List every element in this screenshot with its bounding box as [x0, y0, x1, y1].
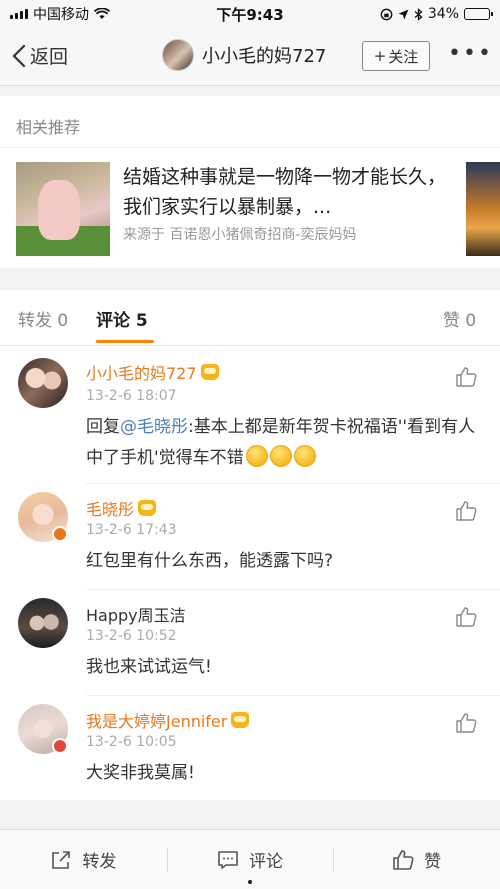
share-icon [52, 850, 71, 869]
comment-time: 13-2-6 10:52 [86, 628, 177, 644]
more-button[interactable]: ••• [448, 43, 493, 65]
related-title: 结婚这种事就是一物降一物才能长久， 我们家实行以暴制暴，... [123, 166, 447, 218]
page-indicator-dot [248, 880, 252, 884]
emoji-icon [245, 445, 268, 467]
signal-icon [10, 9, 28, 19]
related-source: 来源于 百诺恩小猪佩奇招商-奕辰妈妈 [123, 227, 357, 243]
comment-author[interactable]: Happy周玉洁 [86, 602, 186, 626]
comment-author[interactable]: 毛晓彤 [86, 496, 157, 520]
comment-author[interactable]: 我是大婷婷Jennifer [86, 708, 250, 732]
back-label: 返回 [30, 46, 69, 68]
nav-bar: 返回 小小毛的妈727 + 关注 ••• [0, 28, 500, 86]
thumbs-up-icon [393, 849, 414, 870]
related-thumbnail [16, 162, 110, 256]
chevron-left-icon [12, 44, 26, 67]
vip-crown-icon [200, 364, 219, 380]
comment-time: 13-2-6 17:43 [86, 522, 177, 538]
mention-link[interactable]: @毛晓彤 [120, 417, 188, 437]
related-section: 相关推荐 结婚这种事就是一物降一物才能长久， 我们家实行以暴制暴，... 来源于… [0, 96, 500, 268]
like-button[interactable]: 赞 [333, 830, 500, 889]
carrier-label: 中国移动 [33, 7, 89, 23]
vip-crown-icon [231, 712, 250, 728]
avatar[interactable] [18, 358, 68, 408]
follow-button[interactable]: + 关注 [362, 41, 430, 71]
wifi-icon [94, 8, 110, 19]
tab-indicator [96, 340, 154, 343]
bluetooth-icon [414, 7, 423, 21]
back-button[interactable]: 返回 [12, 42, 68, 69]
tab-bar: 转发 0 评论 5 赞 0 [0, 290, 500, 346]
comment-text: 我也来试试运气! [86, 657, 212, 677]
lock-rotation-icon [380, 8, 393, 20]
repost-button[interactable]: 转发 [0, 830, 167, 889]
thumbs-up-icon[interactable] [455, 366, 477, 388]
nav-user[interactable]: 小小毛的妈727 [162, 39, 326, 71]
comment-text: 回复@毛晓彤:基本上都是新年贺卡祝福语''看到有人中了手机'觉得车不错 [86, 412, 486, 474]
comment-list: 小小毛的妈727 13-2-6 18:07 回复@毛晓彤:基本上都是新年贺卡祝福… [0, 346, 500, 800]
location-icon [398, 9, 409, 19]
vip-crown-icon [138, 500, 157, 516]
thumbs-up-icon[interactable] [455, 500, 477, 522]
comment-time: 13-2-6 18:07 [86, 388, 177, 404]
comment-text: 大奖非我莫属! [86, 763, 195, 783]
repost-label: 转发 [82, 852, 117, 872]
related-header: 相关推荐 [0, 96, 500, 148]
comment-label: 评论 [249, 852, 283, 872]
emoji-icon [269, 445, 292, 467]
tab-repost[interactable]: 转发 0 [18, 306, 68, 331]
status-left: 中国移动 [10, 4, 110, 24]
related-text[interactable]: 结婚这种事就是一物降一物才能长久， 我们家实行以暴制暴，... 来源于 百诺恩小… [123, 162, 453, 244]
comment-time: 13-2-6 10:05 [86, 734, 177, 750]
related-thumbnail-next[interactable] [466, 162, 500, 256]
status-right: 34% [380, 6, 493, 22]
list-item: Happy周玉洁 13-2-6 10:52 我也来试试运气! [0, 590, 500, 696]
page-title: 小小毛的妈727 [202, 46, 327, 67]
comment-author-name: 小小毛的妈727 [86, 364, 197, 383]
status-bar: 中国移动 下午9:43 34% [0, 0, 500, 28]
related-card[interactable] [16, 162, 110, 256]
comment-author-name: 毛晓彤 [86, 500, 135, 519]
verified-badge-icon [52, 738, 68, 754]
thumbs-up-icon[interactable] [455, 712, 477, 734]
comment-author-name: Happy周玉洁 [86, 606, 186, 625]
list-item: 毛晓彤 13-2-6 17:43 红包里有什么东西，能透露下吗? [0, 484, 500, 590]
battery-percent: 34% [427, 6, 459, 22]
avatar [162, 39, 194, 71]
tab-like[interactable]: 赞 0 [443, 306, 476, 331]
reply-prefix: 回复 [86, 417, 120, 437]
list-item: 小小毛的妈727 13-2-6 18:07 回复@毛晓彤:基本上都是新年贺卡祝福… [0, 346, 500, 484]
comment-text: 红包里有什么东西，能透露下吗? [86, 551, 334, 571]
list-item: 我是大婷婷Jennifer 13-2-6 10:05 大奖非我莫属! [0, 696, 500, 800]
plus-icon: + [373, 47, 387, 65]
comment-icon [218, 850, 238, 869]
like-label: 赞 [424, 852, 442, 872]
emoji-icon [293, 445, 316, 467]
comment-author[interactable]: 小小毛的妈727 [86, 360, 219, 384]
verified-badge-icon [52, 526, 68, 542]
follow-label: 关注 [388, 47, 419, 66]
thumbs-up-icon[interactable] [455, 606, 477, 628]
comment-author-name: 我是大婷婷Jennifer [86, 712, 228, 731]
tab-comment[interactable]: 评论 5 [96, 306, 148, 331]
battery-icon [464, 8, 493, 20]
avatar[interactable] [18, 598, 68, 648]
